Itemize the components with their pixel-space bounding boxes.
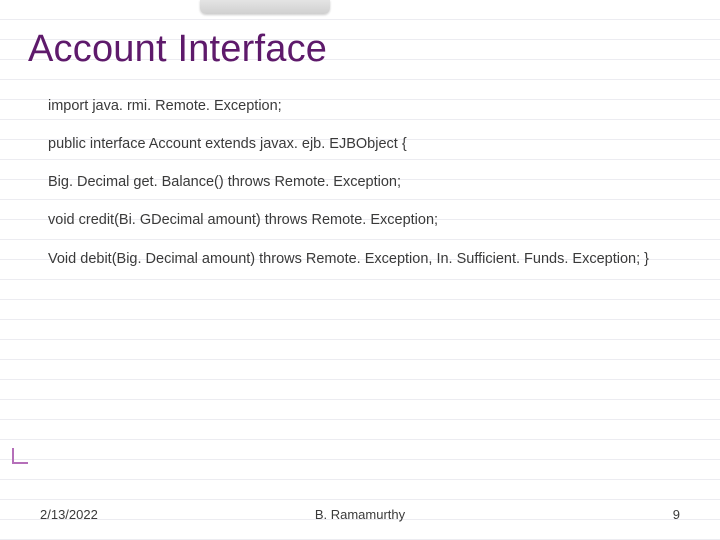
slide-footer: 2/13/2022 B. Ramamurthy 9 xyxy=(0,507,720,522)
code-line: Big. Decimal get. Balance() throws Remot… xyxy=(48,173,682,191)
slide-title: Account Interface xyxy=(28,28,692,71)
slide-body: import java. rmi. Remote. Exception; pub… xyxy=(28,97,692,268)
slide-container: Account Interface import java. rmi. Remo… xyxy=(0,0,720,540)
footer-page-number: 9 xyxy=(673,507,680,522)
code-line: import java. rmi. Remote. Exception; xyxy=(48,97,682,115)
code-line: void credit(Bi. GDecimal amount) throws … xyxy=(48,211,682,229)
footer-date: 2/13/2022 xyxy=(40,507,98,522)
code-line: public interface Account extends javax. … xyxy=(48,135,682,153)
corner-decoration xyxy=(12,448,28,464)
code-line: Void debit(Big. Decimal amount) throws R… xyxy=(48,250,682,268)
footer-author: B. Ramamurthy xyxy=(315,507,405,522)
